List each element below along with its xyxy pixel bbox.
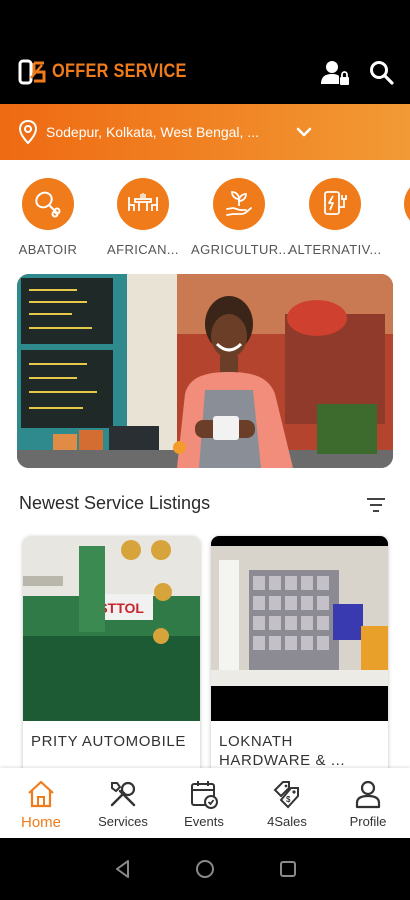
location-pin-icon	[18, 120, 38, 144]
search-icon[interactable]	[367, 58, 397, 88]
chevron-down-icon[interactable]	[294, 122, 314, 142]
listing-image: ESTTOL	[23, 536, 200, 721]
nav-4sales[interactable]: $ 4Sales	[247, 778, 327, 829]
tools-icon	[83, 778, 163, 810]
nav-label: Services	[98, 814, 148, 829]
nav-label: Profile	[349, 814, 387, 829]
category-label: AGRICULTUR...	[191, 242, 291, 257]
nav-events[interactable]: Events	[164, 778, 244, 829]
nav-label: Events	[184, 814, 224, 829]
svg-text:$: $	[286, 795, 291, 804]
filter-icon[interactable]	[364, 494, 388, 516]
home-icon	[1, 778, 81, 810]
banner-photo	[17, 274, 393, 468]
location-text: Sodepur, Kolkata, West Bengal, ...	[46, 124, 259, 140]
category-label: AFRICAN...	[107, 242, 179, 257]
nav-label: 4Sales	[267, 814, 307, 829]
nav-home[interactable]: Home	[1, 778, 81, 831]
calendar-icon	[164, 778, 244, 810]
home-circle-icon[interactable]	[194, 858, 216, 880]
listing-card[interactable]: LOKNATH HARDWARE & ...	[211, 536, 388, 776]
location-selector[interactable]: Sodepur, Kolkata, West Bengal, ...	[0, 104, 410, 160]
plant-hand-icon	[213, 178, 265, 230]
nav-services[interactable]: Services	[83, 778, 163, 829]
listing-image	[211, 536, 388, 721]
promo-banner[interactable]	[17, 274, 393, 468]
bottom-navigation: Home Services Events $ 4Sales Profile	[0, 768, 410, 838]
category-label: ABATOIR	[18, 242, 78, 257]
person-icon	[328, 778, 408, 810]
category-item[interactable]: AFRICAN...	[95, 178, 191, 257]
nav-profile[interactable]: Profile	[328, 778, 408, 829]
battery-plug-icon	[309, 178, 361, 230]
user-lock-icon[interactable]	[320, 58, 350, 88]
section-title: Newest Service Listings	[19, 493, 211, 513]
category-label: ALTERNATIV...	[288, 242, 382, 257]
category-item[interactable]: AGRICULTUR...	[191, 178, 291, 257]
brand-name: OFFER SERVICE	[52, 61, 187, 82]
carousel-indicator-dot[interactable]	[173, 441, 186, 454]
chicken-leg-icon	[22, 178, 74, 230]
category-item[interactable]: ABATOIR	[0, 178, 96, 257]
app-header: OFFER SERVICE	[0, 0, 410, 104]
nav-label: Home	[20, 814, 61, 831]
category-carousel[interactable]: ABATOIR AFRICAN... AGRICULTUR... ALTERNA…	[0, 160, 410, 268]
back-icon[interactable]	[112, 858, 134, 880]
listing-title: LOKNATH HARDWARE & ...	[219, 733, 346, 769]
price-tags-icon: $	[247, 778, 327, 810]
category-item-partial[interactable]	[404, 178, 410, 230]
system-navigation-bar	[0, 838, 410, 900]
logo-mark-icon	[18, 59, 46, 85]
listing-card[interactable]: ESTTOL PRITY AUTOMOBILE	[23, 536, 200, 776]
category-item[interactable]: ALTERNATIV...	[287, 178, 383, 257]
dining-table-icon	[117, 178, 169, 230]
app-logo[interactable]: OFFER SERVICE	[18, 58, 209, 86]
recents-icon[interactable]	[277, 858, 299, 880]
listing-title: PRITY AUTOMOBILE	[31, 733, 186, 750]
